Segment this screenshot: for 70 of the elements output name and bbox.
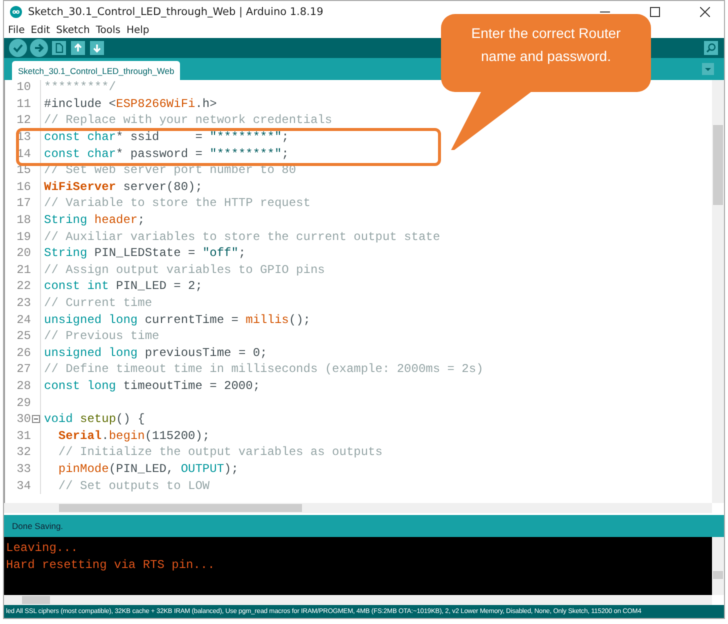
code-line: #include <ESP8266WiFi.h> <box>44 96 217 111</box>
code-line: // Previous time <box>44 329 160 344</box>
code-line: String PIN_LEDState = "off"; <box>44 246 246 260</box>
console-line: Hard resetting via RTS pin... <box>6 556 216 573</box>
line-number: 17 <box>16 196 31 210</box>
menu-item[interactable]: File <box>8 24 25 36</box>
line-number: 29 <box>16 396 31 410</box>
code-line: String header; <box>44 213 145 228</box>
code-line: *********/ <box>44 80 116 94</box>
line-number: 18 <box>16 213 31 228</box>
code-line: const char* ssid = "********"; <box>44 130 289 144</box>
code-line: // Auxiliar variables to store the current output state <box>44 230 440 244</box>
infinity-logo-icon <box>10 6 22 18</box>
line-number: 33 <box>16 462 31 476</box>
dropdown-caret-icon[interactable] <box>702 63 714 75</box>
code-line: const char* password = "********"; <box>44 146 289 161</box>
menu-item[interactable]: Help <box>126 24 150 36</box>
line-number: 21 <box>16 262 31 277</box>
line-number: 26 <box>16 346 31 360</box>
line-number: 23 <box>16 296 31 310</box>
line-number: 22 <box>16 279 31 294</box>
code-line: void setup() { <box>44 412 145 426</box>
line-number: 34 <box>16 478 31 493</box>
menu-item[interactable]: Tools <box>96 24 120 36</box>
line-number: 12 <box>16 113 31 128</box>
line-number: 20 <box>16 246 31 260</box>
console-line: Leaving... <box>6 540 80 556</box>
line-number: 11 <box>16 96 31 111</box>
line-number: 31 <box>16 428 31 443</box>
horizontal-scrollbar[interactable] <box>4 595 712 605</box>
window-title: Sketch_30.1_Control_LED_through_Web | Arduino 1.8.19 <box>28 6 324 18</box>
code-line: const long timeoutTime = 2000; <box>44 378 260 393</box>
line-number: 10 <box>16 80 31 94</box>
code-line: unsigned long currentTime = millis(); <box>44 312 310 327</box>
code-line: // Define timeout time in milliseconds (example: 2000ms = 2s) <box>44 362 484 376</box>
line-number: 24 <box>16 312 31 327</box>
line-number: 25 <box>16 329 31 344</box>
line-number: 30 <box>16 412 31 426</box>
callout-text: Enter the correct Router name and password. <box>470 24 622 66</box>
close-icon[interactable] <box>700 6 710 16</box>
fold-toggle-icon[interactable] <box>32 415 40 424</box>
search-icon[interactable] <box>704 41 718 55</box>
file-tab[interactable]: Sketch_30.1_Control_LED_through_Web <box>12 61 180 80</box>
vertical-scrollbar[interactable] <box>712 537 724 595</box>
up-arrow-icon[interactable] <box>71 41 85 55</box>
line-number: 27 <box>16 362 31 376</box>
code-line: // Set outputs to LOW <box>58 478 210 493</box>
verify-check-icon[interactable] <box>9 39 27 57</box>
line-number: 19 <box>16 230 31 244</box>
vertical-scrollbar[interactable] <box>712 80 724 503</box>
code-line: // Replace with your network credentials <box>44 113 332 128</box>
down-arrow-icon[interactable] <box>90 41 104 55</box>
horizontal-scrollbar[interactable] <box>4 503 712 513</box>
code-line: pinMode(PIN_LED, OUTPUT); <box>58 462 238 476</box>
maximize-icon[interactable] <box>650 6 660 16</box>
menu-item[interactable]: Edit <box>30 24 50 36</box>
code-line: WiFiServer server(80); <box>44 180 202 194</box>
code-line: const int PIN_LED = 2; <box>44 279 202 294</box>
code-line: // Initialize the output variables as outputs <box>58 445 382 460</box>
line-number: 32 <box>16 445 31 460</box>
code-line: // Assign output variables to GPIO pins <box>44 262 325 277</box>
code-line: Serial.begin(115200); <box>58 428 210 443</box>
menu-item[interactable]: Sketch <box>56 24 90 36</box>
line-number: 16 <box>16 180 31 194</box>
code-line: // Variable to store the HTTP request <box>44 196 310 210</box>
line-number: 28 <box>16 378 31 393</box>
code-line: // Current time <box>44 296 152 310</box>
code-line: unsigned long previousTime = 0; <box>44 346 268 360</box>
status-message: Done Saving. <box>12 521 64 531</box>
new-file-icon[interactable] <box>52 41 66 55</box>
